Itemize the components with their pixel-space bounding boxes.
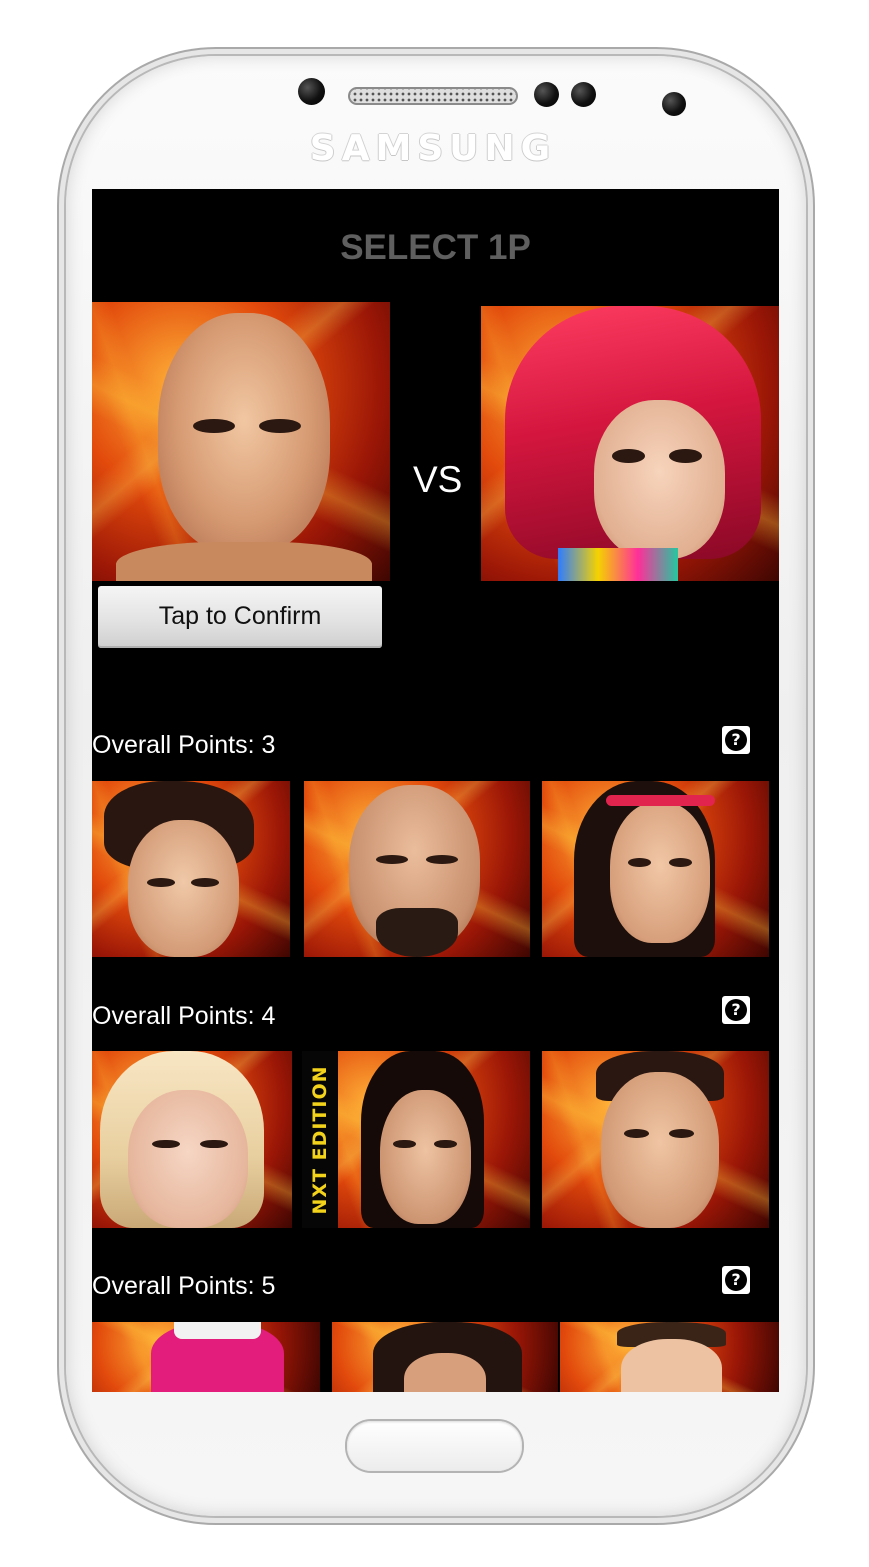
- opponent-portrait: [481, 306, 779, 581]
- tap-to-confirm-button[interactable]: Tap to Confirm: [98, 586, 382, 648]
- overall-points-label: Overall Points: 4: [92, 1002, 276, 1030]
- wrestler-card[interactable]: [92, 781, 290, 957]
- page-title: SELECT 1P: [340, 228, 531, 267]
- light-sensor: [534, 82, 559, 107]
- front-camera: [662, 92, 686, 116]
- brand-logo: SAMSUNG: [309, 128, 557, 169]
- help-icon[interactable]: ?: [722, 726, 750, 754]
- overall-points-label: Overall Points: 3: [92, 731, 276, 759]
- help-icon[interactable]: ?: [722, 1266, 750, 1294]
- home-button[interactable]: [347, 1421, 522, 1471]
- proximity-sensor: [298, 78, 325, 105]
- nxt-edition-badge: NXT EDITION: [302, 1051, 339, 1228]
- overall-points-label: Overall Points: 5: [92, 1272, 276, 1300]
- selected-wrestler-portrait[interactable]: [92, 302, 390, 581]
- app-screen: SELECT 1P VS Tap to Confirm Overall Poin…: [92, 189, 779, 1392]
- wrestler-card[interactable]: [560, 1322, 779, 1392]
- light-sensor-2: [571, 82, 596, 107]
- wrestler-card[interactable]: NXT EDITION: [302, 1051, 530, 1228]
- wrestler-card[interactable]: [92, 1322, 320, 1392]
- help-icon[interactable]: ?: [722, 996, 750, 1024]
- wrestler-card[interactable]: [92, 1051, 292, 1228]
- earpiece-speaker: [348, 87, 518, 105]
- wrestler-card[interactable]: [542, 781, 769, 957]
- wrestler-card[interactable]: [304, 781, 530, 957]
- versus-label: VS: [413, 459, 463, 500]
- wrestler-card[interactable]: [542, 1051, 769, 1228]
- wrestler-card[interactable]: [332, 1322, 558, 1392]
